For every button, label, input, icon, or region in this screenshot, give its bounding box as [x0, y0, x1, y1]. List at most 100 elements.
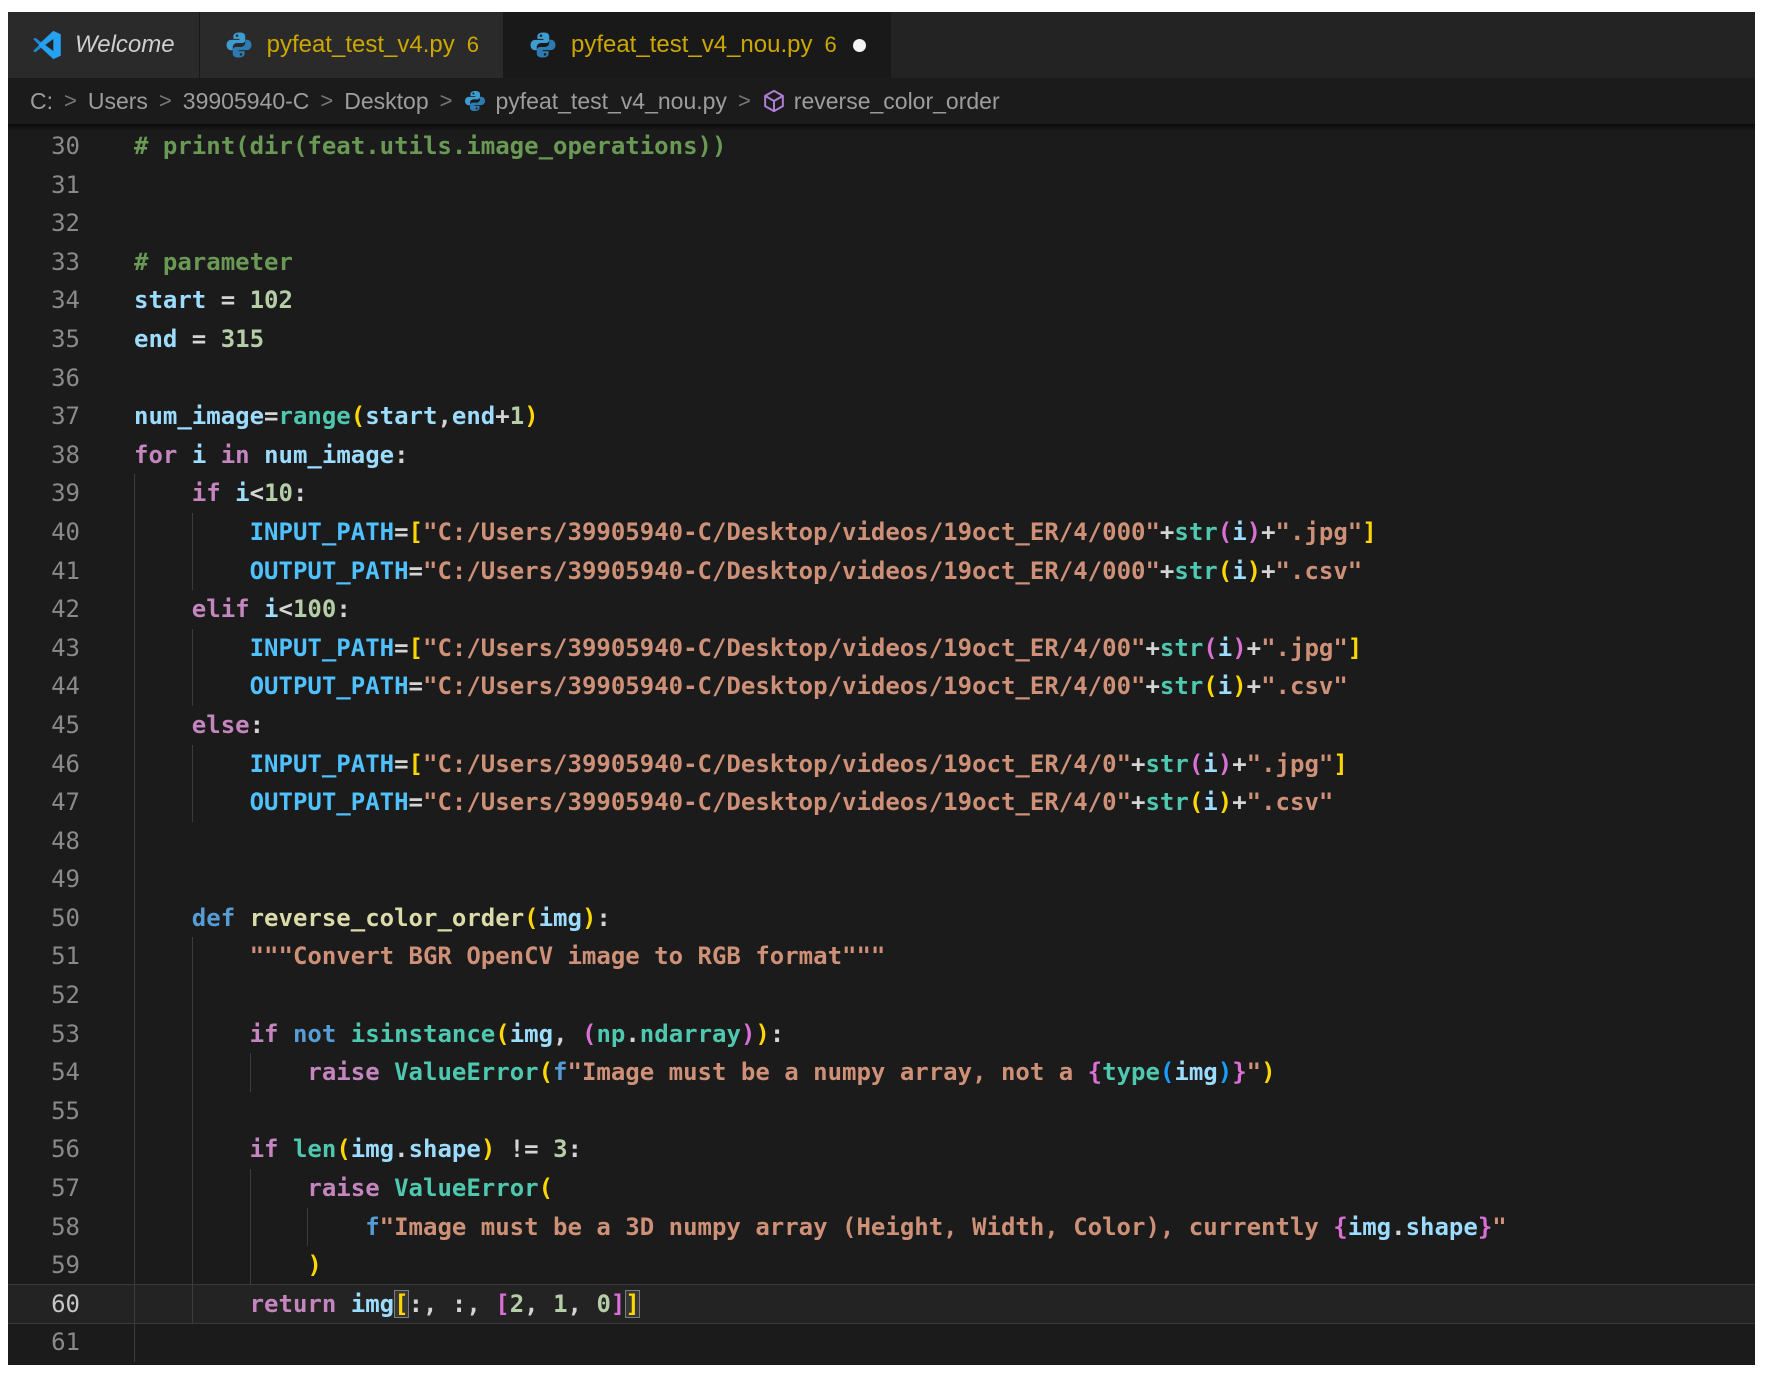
token-b1: (	[1189, 788, 1203, 816]
code-line-59[interactable]: 59 )	[8, 1246, 1755, 1285]
breadcrumb-item-desktop[interactable]: Desktop	[344, 88, 428, 115]
code-line-35[interactable]: 35end = 315	[8, 320, 1755, 359]
token-v: i	[1232, 518, 1246, 546]
chevron-right-icon: >	[738, 88, 751, 114]
code-line-37[interactable]: 37num_image=range(start,end+1)	[8, 397, 1755, 436]
code-line-58[interactable]: 58 f"Image must be a 3D numpy array (Hei…	[8, 1208, 1755, 1247]
tab-pyfeat-test-v4[interactable]: pyfeat_test_v4.py 6	[200, 12, 504, 78]
token-st: "	[1247, 1058, 1261, 1086]
line-content	[80, 1323, 1755, 1362]
token-b3: )	[1218, 1058, 1232, 1086]
token-b1: )	[481, 1135, 495, 1163]
indent-guide	[134, 474, 135, 513]
token-cn: OUTPUT_PATH	[250, 557, 409, 585]
line-content: # parameter	[80, 243, 1755, 282]
tab-label: pyfeat_test_v4.py	[267, 31, 455, 59]
token-st: ".jpg"	[1247, 750, 1334, 778]
code-line-56[interactable]: 56 if len(img.shape) != 3:	[8, 1130, 1755, 1169]
code-line-53[interactable]: 53 if not isinstance(img, (np.ndarray)):	[8, 1015, 1755, 1054]
token-cm: # print(dir(feat.utils.image_operations)…	[134, 132, 726, 160]
token-st: ".jpg"	[1261, 634, 1348, 662]
token-b1: )	[1218, 788, 1232, 816]
breadcrumb-item-file[interactable]: pyfeat_test_v4_nou.py	[463, 88, 726, 115]
token-nm: 315	[221, 325, 264, 353]
code-line-61[interactable]: 61	[8, 1323, 1755, 1362]
indent-guide	[192, 513, 193, 552]
token-nm: 2	[510, 1290, 524, 1318]
symbol-method-icon	[762, 89, 786, 113]
tab-welcome[interactable]: Welcome	[8, 12, 200, 78]
indent-guide	[250, 1169, 251, 1208]
breadcrumb-item-user[interactable]: 39905940-C	[183, 88, 310, 115]
vscode-logo-icon	[32, 30, 62, 60]
token-kb: def	[192, 904, 235, 932]
code-line-43[interactable]: 43 INPUT_PATH=["C:/Users/39905940-C/Desk…	[8, 629, 1755, 668]
code-line-41[interactable]: 41 OUTPUT_PATH="C:/Users/39905940-C/Desk…	[8, 552, 1755, 591]
code-line-44[interactable]: 44 OUTPUT_PATH="C:/Users/39905940-C/Desk…	[8, 667, 1755, 706]
breadcrumb-item-symbol[interactable]: reverse_color_order	[762, 88, 1000, 115]
code-line-39[interactable]: 39 if i<10:	[8, 474, 1755, 513]
line-number: 51	[8, 937, 80, 976]
indent-guide	[192, 1246, 193, 1285]
code-line-30[interactable]: 30# print(dir(feat.utils.image_operation…	[8, 127, 1755, 166]
code-line-45[interactable]: 45 else:	[8, 706, 1755, 745]
line-content: OUTPUT_PATH="C:/Users/39905940-C/Desktop…	[80, 667, 1755, 706]
code-line-38[interactable]: 38for i in num_image:	[8, 436, 1755, 475]
line-number: 39	[8, 474, 80, 513]
indent-guide	[307, 1208, 308, 1247]
code-line-32[interactable]: 32	[8, 204, 1755, 243]
indent-guide	[134, 1169, 135, 1208]
code-line-55[interactable]: 55	[8, 1092, 1755, 1131]
breadcrumb-item-drive[interactable]: C:	[30, 88, 53, 115]
token-v: i	[1232, 557, 1246, 585]
code-line-48[interactable]: 48	[8, 822, 1755, 861]
token-b1: (	[1203, 672, 1217, 700]
breadcrumb-item-users[interactable]: Users	[88, 88, 148, 115]
code-line-34[interactable]: 34start = 102	[8, 281, 1755, 320]
code-line-51[interactable]: 51 """Convert BGR OpenCV image to RGB fo…	[8, 937, 1755, 976]
line-content: if len(img.shape) != 3:	[80, 1130, 1755, 1169]
code-editor[interactable]: 30# print(dir(feat.utils.image_operation…	[8, 124, 1755, 1365]
code-area: 30# print(dir(feat.utils.image_operation…	[8, 127, 1755, 1362]
code-line-54[interactable]: 54 raise ValueError(f"Image must be a nu…	[8, 1053, 1755, 1092]
indent-guide	[250, 1246, 251, 1285]
token-bi: ValueError	[394, 1174, 539, 1202]
line-content: )	[80, 1246, 1755, 1285]
token-v: img	[1174, 1058, 1217, 1086]
indent-guide	[134, 937, 135, 976]
tab-label: Welcome	[75, 31, 175, 59]
token-st: """Convert BGR OpenCV image to RGB forma…	[250, 942, 886, 970]
code-line-57[interactable]: 57 raise ValueError(	[8, 1169, 1755, 1208]
line-number: 59	[8, 1246, 80, 1285]
token-bi: np	[596, 1020, 625, 1048]
token-st: ".jpg"	[1276, 518, 1363, 546]
python-file-icon	[528, 30, 558, 60]
code-line-33[interactable]: 33# parameter	[8, 243, 1755, 282]
code-line-50[interactable]: 50 def reverse_color_order(img):	[8, 899, 1755, 938]
code-line-46[interactable]: 46 INPUT_PATH=["C:/Users/39905940-C/Desk…	[8, 745, 1755, 784]
tab-pyfeat-test-v4-nou[interactable]: pyfeat_test_v4_nou.py 6	[504, 12, 891, 78]
indent-guide	[250, 1208, 251, 1247]
token-pu: =	[409, 672, 423, 700]
token-b2: )	[741, 1020, 755, 1048]
token-nm: 0	[596, 1290, 610, 1318]
token-b1: (	[539, 1174, 553, 1202]
tab-label: pyfeat_test_v4_nou.py	[571, 31, 813, 59]
token-b1: )	[1247, 557, 1261, 585]
problems-count-badge: 6	[467, 32, 479, 58]
line-content: if i<10:	[80, 474, 1755, 513]
code-line-60[interactable]: 60 return img[:, :, [2, 1, 0]]	[8, 1285, 1755, 1324]
code-line-31[interactable]: 31	[8, 166, 1755, 205]
code-line-42[interactable]: 42 elif i<100:	[8, 590, 1755, 629]
indent-guide	[192, 783, 193, 822]
chevron-right-icon: >	[159, 88, 172, 114]
line-number: 47	[8, 783, 80, 822]
modified-dot-icon[interactable]	[853, 39, 866, 52]
code-line-36[interactable]: 36	[8, 359, 1755, 398]
code-line-49[interactable]: 49	[8, 860, 1755, 899]
code-line-40[interactable]: 40 INPUT_PATH=["C:/Users/39905940-C/Desk…	[8, 513, 1755, 552]
code-line-47[interactable]: 47 OUTPUT_PATH="C:/Users/39905940-C/Desk…	[8, 783, 1755, 822]
line-content: num_image=range(start,end+1)	[80, 397, 1755, 436]
token-bi: str	[1145, 750, 1188, 778]
code-line-52[interactable]: 52	[8, 976, 1755, 1015]
